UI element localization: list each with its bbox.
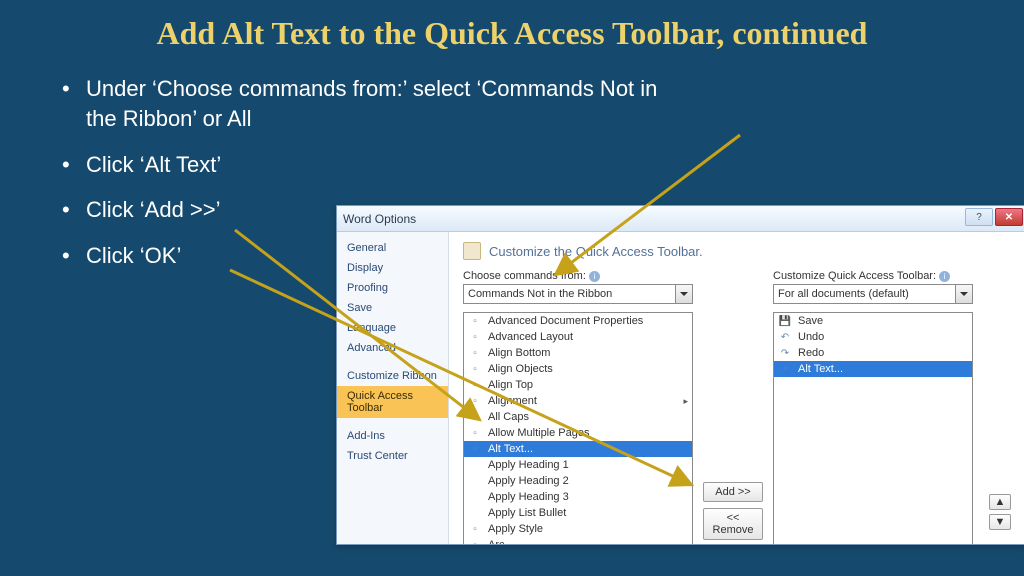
alignment-icon: ▫ (468, 394, 482, 408)
customize-qat-dropdown[interactable]: For all documents (default) (773, 284, 973, 304)
move-up-button[interactable]: ▲ (989, 494, 1011, 510)
close-window-button[interactable]: ✕ (995, 208, 1023, 226)
list-item: Apply Heading 1 (464, 457, 692, 473)
list-item: ▫Align Bottom (464, 345, 692, 361)
list-item: ▫Advanced Layout (464, 329, 692, 345)
reorder-buttons: ▲ ▼ (989, 494, 1011, 530)
list-item: ▫Apply Style (464, 521, 692, 537)
nav-item-customize-ribbon[interactable]: Customize Ribbon (337, 366, 448, 386)
dialog-nav: General Display Proofing Save Language A… (337, 232, 449, 544)
list-item: ▫Advanced Document Properties (464, 313, 692, 329)
info-icon: i (939, 271, 950, 282)
chevron-down-icon (675, 285, 692, 303)
align-bottom-icon: ▫ (468, 346, 482, 360)
list-item: 💾Save (774, 313, 972, 329)
undo-icon: ↶ (778, 330, 792, 344)
nav-item-general[interactable]: General (337, 238, 448, 258)
dialog-title: Word Options (343, 212, 416, 226)
customize-qat-label: Customize Quick Access Toolbar: i (773, 270, 973, 282)
nav-item-display[interactable]: Display (337, 258, 448, 278)
dialog-main: Customize the Quick Access Toolbar. Choo… (449, 232, 1024, 544)
save-icon: 💾 (778, 314, 792, 328)
list-item: All Caps (464, 409, 692, 425)
move-down-button[interactable]: ▼ (989, 514, 1011, 530)
align-objects-icon: ▫ (468, 362, 482, 376)
word-options-dialog: Word Options ? ✕ General Display Proofin… (336, 205, 1024, 545)
list-item: ▫Allow Multiple Pages (464, 425, 692, 441)
list-item-alt-text: ▫Alt Text... (464, 441, 692, 457)
nav-item-quick-access-toolbar[interactable]: Quick Access Toolbar (337, 386, 448, 418)
help-window-button[interactable]: ? (965, 208, 993, 226)
list-item: Apply List Bullet (464, 505, 692, 521)
pages-icon: ▫ (468, 426, 482, 440)
commands-listbox[interactable]: ▫Advanced Document Properties ▫Advanced … (463, 312, 693, 544)
remove-button[interactable]: << Remove (703, 508, 763, 540)
dialog-heading-row: Customize the Quick Access Toolbar. (463, 242, 1011, 260)
nav-item-addins[interactable]: Add-Ins (337, 426, 448, 446)
submenu-arrow-icon: ▸ (683, 396, 688, 407)
nav-item-trust-center[interactable]: Trust Center (337, 446, 448, 466)
info-icon: i (589, 271, 600, 282)
arc-icon: ▫ (468, 538, 482, 544)
qat-listbox[interactable]: 💾Save ↶Undo ↷Redo ▫Alt Text... (773, 312, 973, 544)
slide-title: Add Alt Text to the Quick Access Toolbar… (0, 0, 1024, 62)
align-top-icon: ▫ (468, 378, 482, 392)
redo-icon: ↷ (778, 346, 792, 360)
list-item: ↷Redo (774, 345, 972, 361)
choose-commands-dropdown[interactable]: Commands Not in the Ribbon (463, 284, 693, 304)
nav-item-advanced[interactable]: Advanced (337, 338, 448, 358)
nav-item-proofing[interactable]: Proofing (337, 278, 448, 298)
list-item: ▫Align Top (464, 377, 692, 393)
bullet-item: Click ‘Alt Text’ (60, 150, 680, 180)
list-item: Apply Heading 2 (464, 473, 692, 489)
layout-icon: ▫ (468, 330, 482, 344)
list-item: ↶Undo (774, 329, 972, 345)
list-item: ▫Arc (464, 537, 692, 544)
list-item: ▫Align Objects (464, 361, 692, 377)
list-item: Apply Heading 3 (464, 489, 692, 505)
nav-item-language[interactable]: Language (337, 318, 448, 338)
style-icon: ▫ (468, 522, 482, 536)
dialog-titlebar: Word Options ? ✕ (337, 206, 1024, 232)
chevron-down-icon (955, 285, 972, 303)
add-button[interactable]: Add >> (703, 482, 763, 502)
bullet-item: Under ‘Choose commands from:’ select ‘Co… (60, 74, 680, 133)
qat-icon (463, 242, 481, 260)
list-item-alt-text: ▫Alt Text... (774, 361, 972, 377)
document-icon: ▫ (468, 314, 482, 328)
dialog-heading: Customize the Quick Access Toolbar. (489, 244, 703, 259)
nav-item-save[interactable]: Save (337, 298, 448, 318)
alt-text-icon: ▫ (778, 362, 792, 376)
choose-commands-label: Choose commands from: i (463, 270, 693, 282)
alt-text-icon: ▫ (468, 442, 482, 456)
list-item: ▫Alignment▸ (464, 393, 692, 409)
